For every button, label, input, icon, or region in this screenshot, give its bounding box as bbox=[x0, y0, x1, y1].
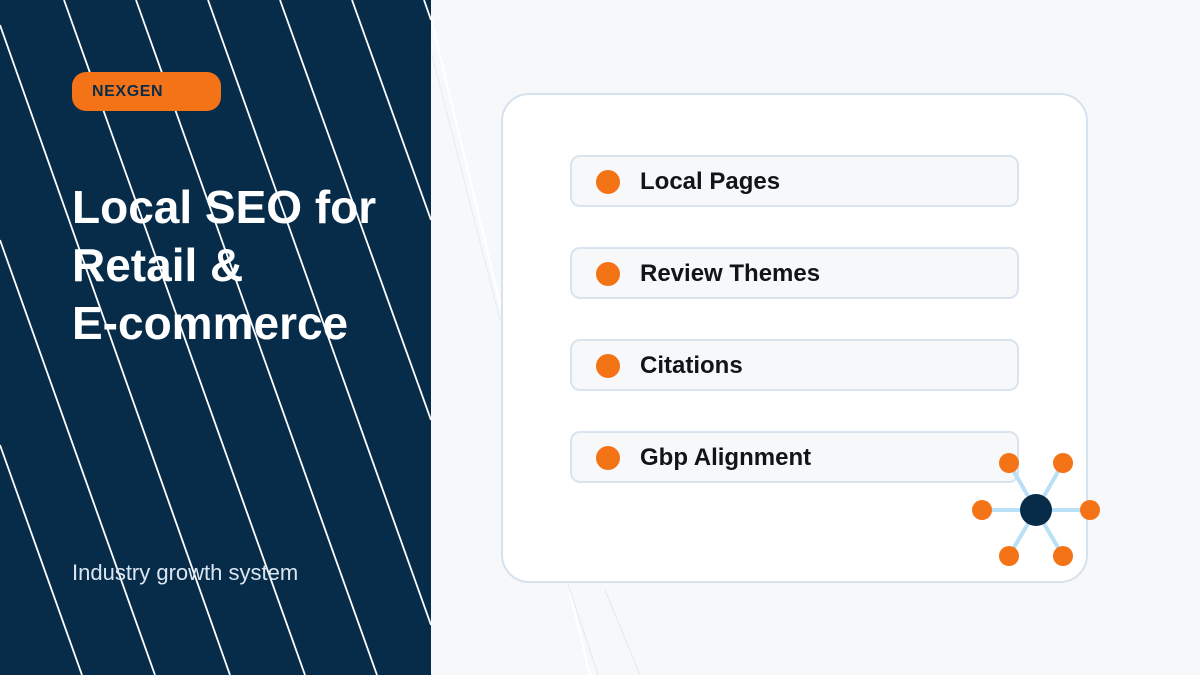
page-title: Local SEO for Retail & E-commerce bbox=[72, 178, 422, 352]
feature-item-label: Citations bbox=[640, 352, 743, 379]
bullet-dot-icon bbox=[596, 170, 620, 194]
feature-item-label: Local Pages bbox=[640, 168, 781, 195]
feature-item-gbp-alignment: Gbp Alignment bbox=[570, 431, 1019, 483]
feature-item-local-pages: Local Pages bbox=[570, 155, 1019, 207]
page-subtitle: Industry growth system bbox=[72, 560, 299, 585]
feature-item-citations: Citations bbox=[570, 339, 1019, 391]
feature-item-label: Gbp Alignment bbox=[640, 444, 812, 471]
bullet-dot-icon bbox=[596, 354, 620, 378]
brand-badge: NEXGEN bbox=[72, 72, 221, 111]
bullet-dot-icon bbox=[596, 262, 620, 286]
hub-network-icon bbox=[972, 453, 1100, 566]
title-line-1: Local SEO for bbox=[72, 181, 377, 233]
title-line-3: E-commerce bbox=[72, 297, 349, 349]
bullet-dot-icon bbox=[596, 446, 620, 470]
feature-item-review-themes: Review Themes bbox=[570, 247, 1019, 299]
feature-item-label: Review Themes bbox=[640, 260, 821, 287]
title-line-2: Retail & bbox=[72, 239, 244, 291]
